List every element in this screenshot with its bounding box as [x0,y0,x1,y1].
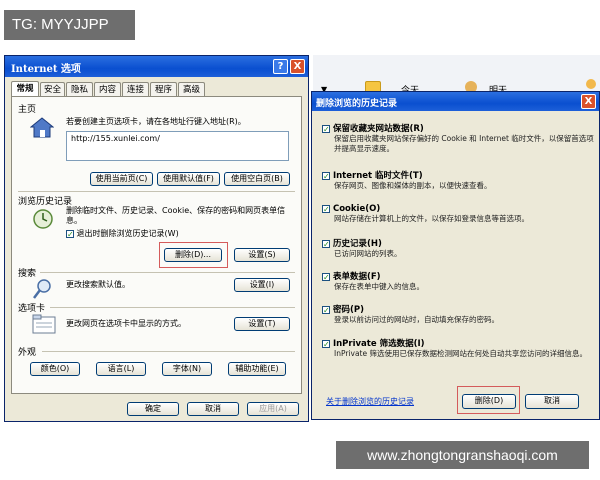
divider [42,351,295,352]
tab-security[interactable]: 安全 [40,82,65,96]
delete-on-exit-label: 退出时删除浏览历史记录(W) [76,229,179,238]
search-desc: 更改搜索默认值。 [66,280,130,289]
option-desc: 保留启用收藏夹网站保存偏好的 Cookie 和 Internet 临时文件，以保… [334,134,594,153]
history-icon [33,209,53,229]
checkbox-icon: ✓ [322,305,330,315]
about-delete-history-link[interactable]: 关于删除浏览的历史记录 [326,396,414,407]
history-settings-button[interactable]: 设置(S) [234,248,290,262]
highlight-box [159,242,228,268]
homepage-section-title: 主页 [18,105,37,115]
help-button[interactable]: ? [273,59,288,74]
cancel-button[interactable]: 取消 [187,402,239,416]
checkbox-icon: ✓ [322,171,330,181]
tab-advanced[interactable]: 高级 [178,82,205,96]
general-panel: 主页 若要创建主页选项卡，请在各地址行键入地址(R)。 http://155.x… [11,96,302,394]
use-current-button[interactable]: 使用当前页(C) [90,172,153,186]
checkbox-icon: ✓ [322,239,330,249]
delete-history-dialog: 删除浏览的历史记录 X ✓ 保留收藏夹网站数据(R) 保留启用收藏夹网站保存偏好… [311,91,600,420]
option-passwords[interactable]: ✓ 密码(P) 登录以前访问过的网站时，自动填充保存的密码。 [322,303,596,325]
homepage-url-input[interactable]: http://155.xunlei.com/ [66,131,289,161]
fonts-button[interactable]: 字体(N) [162,362,212,376]
apply-button[interactable]: 应用(A) [247,402,299,416]
ok-button[interactable]: 确定 [127,402,179,416]
delete-dialog-titlebar: 删除浏览的历史记录 X [312,92,599,111]
option-preserve-favorites[interactable]: ✓ 保留收藏夹网站数据(R) 保留启用收藏夹网站保存偏好的 Cookie 和 I… [322,122,596,153]
tab-privacy[interactable]: 隐私 [66,82,93,96]
divider [40,272,295,273]
tabs-section-title: 选项卡 [18,304,46,314]
option-form-data[interactable]: ✓ 表单数据(F) 保存在表单中键入的信息。 [322,270,596,292]
appearance-section-title: 外观 [18,348,37,358]
history-section-title: 浏览历史记录 [18,197,73,207]
browser-background: ▼ 今天 明天 [313,55,600,96]
watermark-label: www.zhongtongranshaoqi.com [336,441,589,469]
sun-icon [586,79,596,89]
history-desc: 删除临时文件、历史记录、Cookie、保存的密码和网页表单信息。 [66,206,286,225]
option-desc: 保存在表单中键入的信息。 [334,282,424,291]
checkbox-icon: ✓ [66,229,74,239]
option-desc: 登录以前访问过的网站时，自动填充保存的密码。 [334,315,499,324]
dialog-title: Internet 选项 [11,64,81,75]
option-inprivate[interactable]: ✓ InPrivate 筛选数据(I) InPrivate 筛选使用已保存数据检… [322,337,596,359]
delete-on-exit-checkbox[interactable]: ✓ 退出时删除浏览历史记录(W) [66,229,179,239]
option-cookies[interactable]: ✓ Cookie(O) 网站存储在计算机上的文件，以保存如登录信息等首选项。 [322,204,596,224]
option-temp-files[interactable]: ✓ Internet 临时文件(T) 保存网页、图像和媒体的副本，以便快速查看。 [322,169,596,191]
tab-content[interactable]: 内容 [94,82,121,96]
option-label: InPrivate 筛选数据(I) [332,339,425,349]
dialog-titlebar: Internet 选项 ? X [5,56,308,77]
option-label: 历史记录(H) [332,239,382,249]
internet-options-dialog: Internet 选项 ? X 常规 安全 隐私 内容 连接 程序 高级 主页 … [4,55,309,422]
option-desc: 已访问网站的列表。 [334,249,402,258]
option-label: 保留收藏夹网站数据(R) [332,124,424,134]
delete-dialog-title: 删除浏览的历史记录 [316,99,398,109]
tabs-desc: 更改网页在选项卡中显示的方式。 [66,319,186,328]
option-label: Internet 临时文件(T) [332,171,423,181]
option-desc: 保存网页、图像和媒体的副本，以便快速查看。 [334,181,492,190]
home-icon [30,117,54,138]
option-desc: InPrivate 筛选使用已保存数据检测网站在何处自动共享您访问的详细信息。 [334,349,587,358]
accessibility-button[interactable]: 辅助功能(E) [228,362,286,376]
divider [18,191,295,192]
option-desc: 网站存储在计算机上的文件，以保存如登录信息等首选项。 [334,214,529,223]
use-blank-button[interactable]: 使用空白页(B) [224,172,290,186]
option-label: Cookie(O) [332,204,381,214]
confirm-delete-button[interactable]: 删除(D) [462,394,516,409]
tg-label: TG: MYYJJPP [4,10,135,40]
checkbox-icon: ✓ [322,272,330,282]
search-icon [33,279,51,299]
option-label: 密码(P) [332,305,364,315]
option-history[interactable]: ✓ 历史记录(H) 已访问网站的列表。 [322,237,596,259]
divider [50,307,295,308]
languages-button[interactable]: 语言(L) [96,362,146,376]
delete-dialog-close-button[interactable]: X [581,94,596,109]
close-button[interactable]: X [290,59,305,74]
tab-programs[interactable]: 程序 [150,82,177,96]
tab-connections[interactable]: 连接 [122,82,149,96]
colors-button[interactable]: 颜色(O) [30,362,80,376]
delete-cancel-button[interactable]: 取消 [525,394,579,409]
checkbox-icon: ✓ [322,124,330,134]
checkbox-icon: ✓ [322,339,330,349]
tabs-settings-button[interactable]: 设置(T) [234,317,290,331]
tabs-icon [32,314,56,334]
use-default-button[interactable]: 使用默认值(F) [157,172,220,186]
tab-general[interactable]: 常规 [11,81,39,97]
checkbox-icon: ✓ [322,204,330,214]
option-label: 表单数据(F) [332,272,381,282]
homepage-desc: 若要创建主页选项卡，请在各地址行键入地址(R)。 [66,117,246,126]
search-settings-button[interactable]: 设置(I) [234,278,290,292]
